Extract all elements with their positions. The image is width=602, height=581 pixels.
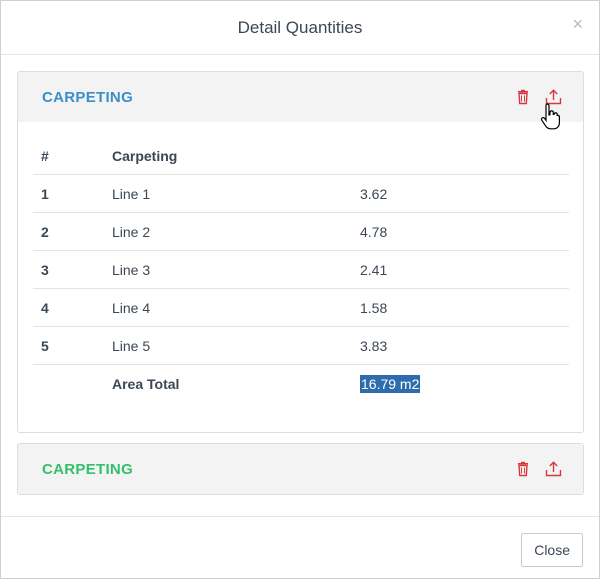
- total-row-number: [33, 364, 104, 402]
- area-total-label: Area Total: [104, 364, 352, 402]
- row-number: 1: [33, 174, 104, 213]
- row-number: 3: [33, 250, 104, 289]
- row-name: Line 4: [104, 288, 352, 327]
- row-number: 2: [33, 212, 104, 251]
- modal-title: Detail Quantities: [237, 17, 363, 37]
- row-number: 4: [33, 288, 104, 327]
- column-header-value: [352, 137, 569, 175]
- carpeting-panel-expanded: CARPETING # Carpeting 1 Line 1 3.62 2 Li…: [17, 71, 584, 433]
- area-total-value[interactable]: 16.79 m2: [360, 374, 421, 393]
- row-name: Line 1: [104, 174, 352, 213]
- table-row: 4 Line 4 1.58: [33, 288, 569, 327]
- row-name: Line 2: [104, 212, 352, 251]
- row-name: Line 5: [104, 326, 352, 365]
- upload-icon[interactable]: [545, 89, 562, 105]
- panel-title[interactable]: CARPETING: [42, 461, 133, 478]
- modal-body: CARPETING # Carpeting 1 Line 1 3.62 2 Li…: [17, 71, 584, 495]
- detail-quantities-modal: Detail Quantities × CARPETING # Carpetin…: [0, 0, 600, 579]
- row-value: 3.62: [352, 174, 569, 213]
- close-icon[interactable]: ×: [572, 15, 583, 33]
- table-row: 2 Line 2 4.78: [33, 212, 569, 251]
- row-value: 2.41: [352, 250, 569, 289]
- carpeting-panel-collapsed: CARPETING: [17, 443, 584, 495]
- column-header-name: Carpeting: [112, 147, 178, 164]
- trash-icon[interactable]: [515, 89, 531, 105]
- area-total-cell: 16.79 m2: [352, 364, 569, 402]
- panel-actions: [515, 89, 562, 105]
- panel-body: # Carpeting 1 Line 1 3.62 2 Line 2 4.78 …: [18, 122, 583, 432]
- table-header-row: # Carpeting: [33, 137, 569, 175]
- row-number: 5: [33, 326, 104, 365]
- panel-heading[interactable]: CARPETING: [18, 444, 583, 494]
- total-row: Area Total 16.79 m2: [33, 364, 569, 402]
- table-row: 1 Line 1 3.62: [33, 174, 569, 213]
- column-header-number: #: [41, 147, 49, 164]
- panel-heading[interactable]: CARPETING: [18, 72, 583, 122]
- table-row: 3 Line 3 2.41: [33, 250, 569, 289]
- panel-actions: [515, 461, 562, 477]
- row-value: 1.58: [352, 288, 569, 327]
- upload-icon[interactable]: [545, 461, 562, 477]
- panel-title[interactable]: CARPETING: [42, 89, 133, 106]
- row-value: 4.78: [352, 212, 569, 251]
- modal-footer: Close: [1, 516, 599, 578]
- trash-icon[interactable]: [515, 461, 531, 477]
- row-name: Line 3: [104, 250, 352, 289]
- close-button[interactable]: Close: [521, 533, 583, 567]
- quantities-table: # Carpeting 1 Line 1 3.62 2 Line 2 4.78 …: [33, 137, 569, 402]
- row-value: 3.83: [352, 326, 569, 365]
- modal-header: Detail Quantities ×: [1, 1, 599, 55]
- table-row: 5 Line 5 3.83: [33, 326, 569, 365]
